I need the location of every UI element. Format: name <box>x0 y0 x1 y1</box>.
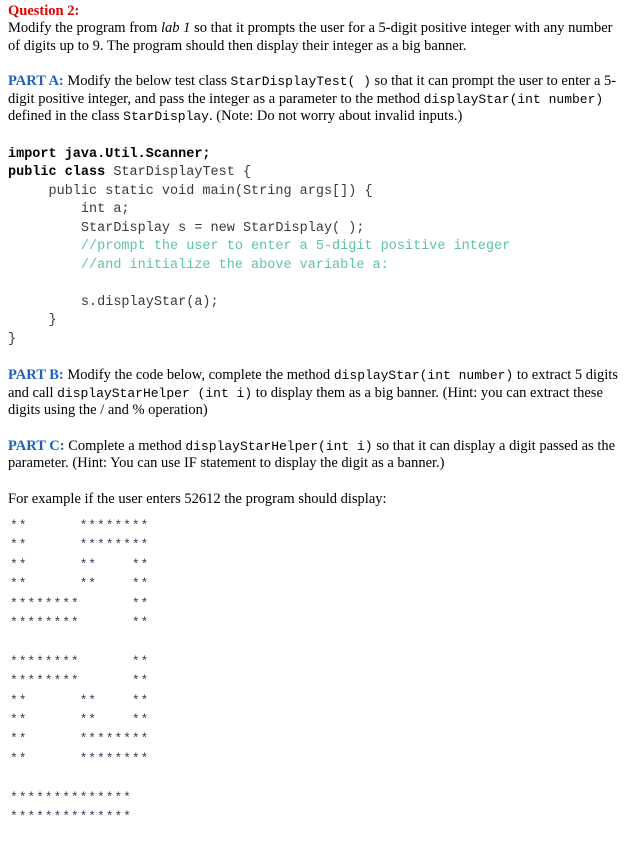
part-a-code-1: StarDisplayTest( ) <box>230 74 371 89</box>
banner-block-gap <box>10 768 622 787</box>
part-b-code-1: displayStar(int number) <box>333 368 514 383</box>
part-b-text-1: Modify the code below, complete the meth… <box>63 367 334 383</box>
banner-row: ** ******** <box>10 731 150 747</box>
part-c-code-1: displayStarHelper(int i) <box>185 438 373 454</box>
code-identifier: StarDisplayTest { <box>113 165 252 180</box>
code-statement: int a; <box>8 202 130 217</box>
banner-row: ******** ** <box>10 595 150 611</box>
code-keyword: import java.Util.Scanner; <box>8 146 211 162</box>
part-a-text-4: . (Note: Do not worry about invalid inpu… <box>209 108 463 124</box>
code-statement: public static void main(String args[]) { <box>8 183 373 199</box>
example-intro: For example if the user enters 52612 the… <box>8 490 387 507</box>
code-line: } <box>8 312 622 331</box>
document-page: Question 2: Modify the program from lab … <box>0 0 630 826</box>
banner-row: ******** ** <box>10 653 150 669</box>
code-line: import java.Util.Scanner; <box>8 146 622 165</box>
star-banner-output: ** ******** ** ******** ** ** ** ** ** ** **… <box>8 516 622 826</box>
code-statement: s.displayStar(a); <box>8 294 219 310</box>
banner-row: ** ** ** <box>10 576 150 592</box>
banner-row: ** ** ** <box>10 692 150 708</box>
java-code-block: import java.Util.Scanner; public class St… <box>8 146 622 350</box>
code-line <box>8 275 622 294</box>
part-c-label: PART C: <box>8 437 65 454</box>
banner-row: ** ******** <box>10 518 150 533</box>
banner-row: ** ******** <box>10 750 150 766</box>
code-statement: StarDisplay s = new StarDisplay( ); <box>8 220 365 236</box>
page-title: Question 2: <box>8 3 80 19</box>
banner-row: ** ******** <box>10 537 150 553</box>
part-a-text-1: Modify the below test class <box>63 73 231 89</box>
part-a-code-3: StarDisplay <box>123 109 209 124</box>
part-a-label: PART A: <box>8 73 64 89</box>
part-b-code-2: displayStarHelper (int i) <box>57 385 253 401</box>
part-c-text-1: Complete a method <box>64 437 186 454</box>
intro-italic-lab: lab 1 <box>161 20 191 36</box>
banner-row: ************** <box>10 809 132 825</box>
code-comment: //prompt the user to enter a 5-digit pos… <box>8 239 511 254</box>
code-line: public static void main(String args[]) { <box>8 183 622 202</box>
code-keyword: public class <box>8 165 114 180</box>
banner-row: ******** ** <box>10 615 150 631</box>
banner-row: ******** ** <box>10 673 150 689</box>
code-line: //and initialize the above variable a: <box>8 257 622 276</box>
banner-block-gap <box>10 632 622 651</box>
part-a-paragraph: PART A: Modify the below test class Star… <box>8 73 622 126</box>
part-b-paragraph: PART B: Modify the code below, complete … <box>8 367 622 420</box>
code-line: } <box>8 331 622 350</box>
code-line: StarDisplay s = new StarDisplay( ); <box>8 220 622 239</box>
banner-row: ** ** ** <box>10 712 150 728</box>
code-statement: } <box>8 331 17 347</box>
code-statement <box>8 276 16 291</box>
banner-row: ************** <box>10 789 132 805</box>
code-line: //prompt the user to enter a 5-digit pos… <box>8 238 622 257</box>
part-a-text-3: defined in the class <box>8 108 124 124</box>
banner-row: ** ** ** <box>10 556 150 572</box>
part-b-label: PART B: <box>8 367 64 383</box>
code-line: s.displayStar(a); <box>8 294 622 313</box>
code-line: public class StarDisplayTest { <box>8 164 622 183</box>
code-comment: //and initialize the above variable a: <box>8 257 389 273</box>
intro-text-before: Modify the program from <box>8 20 162 36</box>
code-line: int a; <box>8 201 622 220</box>
code-statement: } <box>8 313 57 328</box>
part-a-code-2: displayStar(int number) <box>423 91 604 107</box>
part-c-paragraph: PART C: Complete a method displayStarHel… <box>8 438 622 473</box>
intro-paragraph: Modify the program from lab 1 so that it… <box>8 20 622 55</box>
